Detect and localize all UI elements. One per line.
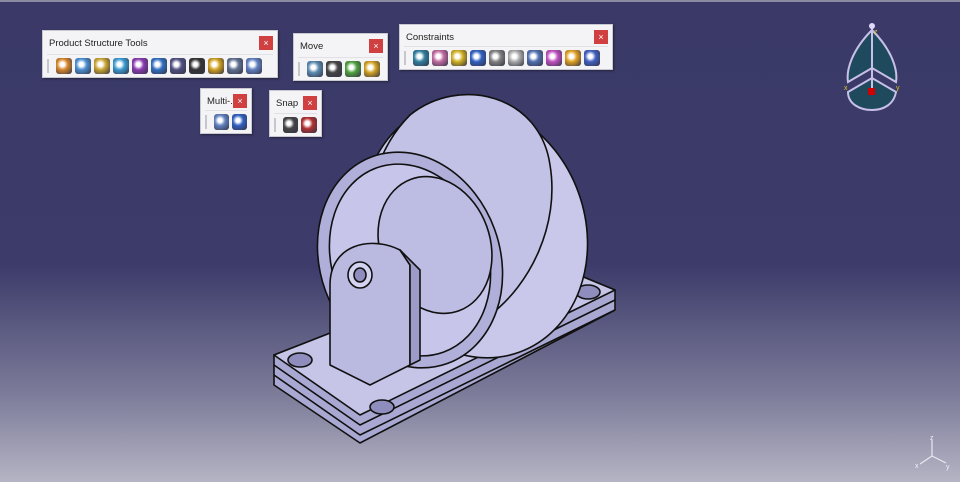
- toolbar-grip[interactable]: [47, 58, 49, 73]
- coincidence-constraint-icon[interactable]: [413, 49, 429, 66]
- flexible-rigid-subassembly-icon[interactable]: [546, 49, 562, 66]
- new-component-icon[interactable]: [56, 57, 72, 74]
- close-button[interactable]: ×: [594, 30, 608, 44]
- toolbar-title: Product Structure Tools: [49, 38, 148, 49]
- offset-constraint-icon[interactable]: [451, 49, 467, 66]
- axis-label-x: x: [915, 463, 919, 470]
- toolbar-title: Move: [300, 41, 324, 52]
- toolbar-multi-instantiation[interactable]: Multi-... ×: [200, 88, 252, 134]
- toolbar-grip[interactable]: [205, 114, 207, 129]
- existing-component-positioning-icon[interactable]: [132, 57, 148, 74]
- selective-load-icon[interactable]: [208, 57, 224, 74]
- generate-numbering-icon[interactable]: [189, 57, 205, 74]
- toolbar-move[interactable]: Move ×: [293, 33, 388, 81]
- fast-multi-instantiation-icon[interactable]: [231, 113, 247, 130]
- new-product-icon[interactable]: [75, 57, 91, 74]
- reuse-pattern-icon[interactable]: [584, 49, 600, 66]
- existing-component-icon[interactable]: [113, 57, 129, 74]
- graph-tree-reordering-icon[interactable]: [170, 57, 186, 74]
- fix-component-icon[interactable]: [489, 49, 505, 66]
- fix-together-icon[interactable]: [508, 49, 524, 66]
- close-button[interactable]: ×: [259, 36, 273, 50]
- multi-instantiation-icon[interactable]: [213, 113, 229, 130]
- window-top-border: [0, 0, 960, 2]
- compass-label-x: x: [844, 85, 848, 92]
- toolbar-title: Constraints: [406, 32, 455, 43]
- manipulation-icon[interactable]: [307, 60, 323, 77]
- snap-icon[interactable]: [326, 60, 342, 77]
- multi-instantiation-icon[interactable]: [246, 57, 262, 74]
- compass-icon[interactable]: z x y: [836, 20, 908, 112]
- axis-triad-icon: z x y: [915, 435, 950, 471]
- close-button[interactable]: ×: [369, 39, 383, 53]
- compass-label-y: y: [896, 85, 900, 92]
- axis-label-z: z: [930, 435, 934, 442]
- manage-representations-icon[interactable]: [227, 57, 243, 74]
- compass-label-z: z: [874, 29, 878, 36]
- toolbar-product-structure-tools[interactable]: Product Structure Tools ×: [42, 30, 278, 78]
- quick-constraint-icon[interactable]: [527, 49, 543, 66]
- caster-assembly-model[interactable]: [260, 85, 640, 455]
- stop-manipulate-on-clash-icon[interactable]: [364, 60, 380, 77]
- angle-constraint-icon[interactable]: [470, 49, 486, 66]
- close-button[interactable]: ×: [233, 94, 247, 108]
- explode-icon[interactable]: [345, 60, 361, 77]
- contact-constraint-icon[interactable]: [432, 49, 448, 66]
- change-constraint-icon[interactable]: [565, 49, 581, 66]
- new-part-icon[interactable]: [94, 57, 110, 74]
- toolbar-constraints[interactable]: Constraints ×: [399, 24, 613, 70]
- toolbar-grip[interactable]: [298, 61, 300, 76]
- axis-label-y: y: [946, 464, 950, 471]
- replace-component-icon[interactable]: [151, 57, 167, 74]
- toolbar-grip[interactable]: [404, 50, 406, 65]
